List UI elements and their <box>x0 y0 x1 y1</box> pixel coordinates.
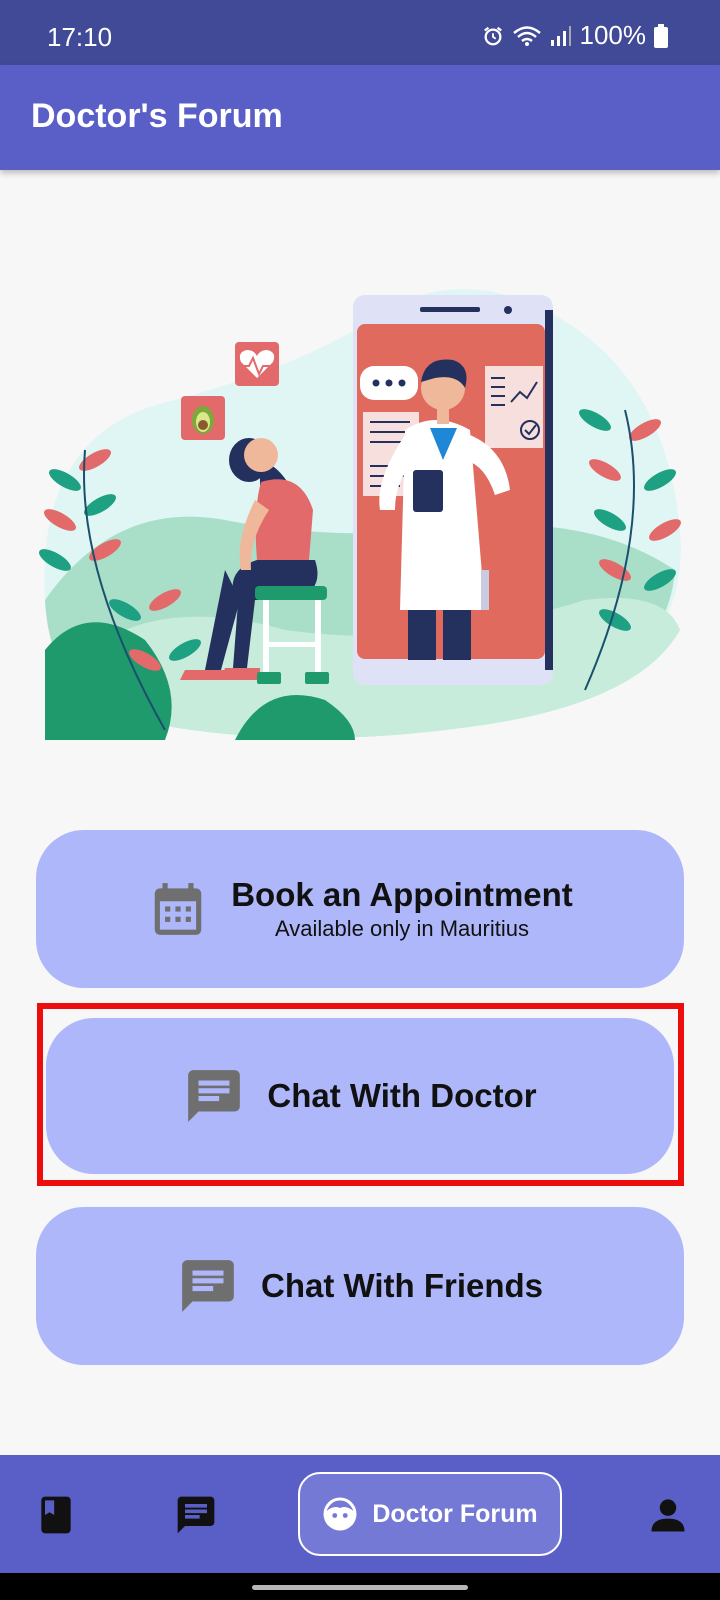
nav-doctor-forum-label: Doctor Forum <box>372 1499 538 1528</box>
alarm-icon <box>483 26 502 45</box>
person-icon[interactable] <box>646 1493 690 1537</box>
home-indicator[interactable] <box>252 1585 468 1590</box>
app-title: Doctor's Forum <box>31 97 283 135</box>
book-appointment-text: Book an Appointment Available only in Ma… <box>231 876 573 942</box>
battery-percent: 100% <box>579 20 647 50</box>
doctor-illustration <box>39 289 681 740</box>
chat-with-doctor-label: Chat With Doctor <box>267 1077 537 1114</box>
gesture-bar <box>0 1573 720 1600</box>
nav-doctor-forum[interactable]: Doctor Forum <box>298 1472 562 1556</box>
chat-icon <box>182 1260 234 1312</box>
battery-icon <box>654 23 668 48</box>
book-appointment-subtitle: Available only in Mauritius <box>275 916 529 941</box>
chat-with-friends-button[interactable]: Chat With Friends <box>36 1207 684 1365</box>
chat-with-doctor-button[interactable]: Chat With Doctor <box>46 1018 674 1174</box>
status-icons: 100% <box>482 20 668 51</box>
book-appointment-title: Book an Appointment <box>231 876 573 913</box>
status-bar: 17:10 100% <box>0 0 720 65</box>
bottom-nav: Doctor Forum <box>0 1455 720 1573</box>
book-icon[interactable] <box>34 1493 78 1537</box>
chat-with-friends-label: Chat With Friends <box>260 1267 544 1304</box>
face-icon <box>323 1497 357 1531</box>
signal-icon <box>550 25 571 46</box>
chat-icon <box>188 1070 241 1122</box>
calendar-icon <box>154 883 202 935</box>
status-time: 17:10 <box>47 22 113 52</box>
message-icon[interactable] <box>174 1493 218 1537</box>
wifi-icon <box>512 25 541 46</box>
book-appointment-button[interactable]: Book an Appointment Available only in Ma… <box>36 830 684 988</box>
app-bar: Doctor's Forum <box>0 65 720 170</box>
